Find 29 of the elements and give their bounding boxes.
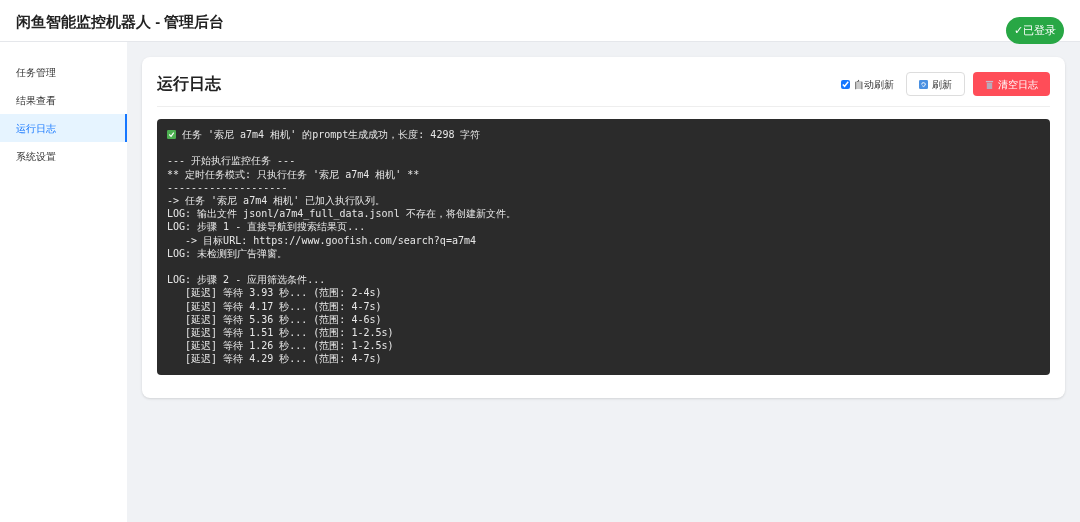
log-line: LOG: 未检测到广告弹窗。 (167, 247, 288, 259)
auto-refresh-checkbox[interactable] (841, 79, 850, 89)
log-line: [延迟] 等待 4.17 秒... (范围: 4-7s) (184, 300, 382, 312)
log-line: [延迟] 等待 1.26 秒... (范围: 1-2.5s) (184, 340, 394, 352)
login-status-badge: ✓已登录 (1006, 17, 1064, 44)
log-line: -> 任务 '索尼 a7m4 相机' 已加入执行队列。 (167, 195, 386, 206)
log-line: 任务 '索尼 a7m4 相机' 的prompt生成成功，长度: 4298 字符 (182, 128, 481, 142)
log-line: -> 目标URL: https://www.goofish.com/search?q=a7m4 (184, 234, 476, 246)
log-line: --- 开始执行监控任务 --- (167, 155, 296, 167)
sidebar-item[interactable]: 运行日志 (0, 114, 127, 142)
log-line: LOG: 步骤 1 - 直接导航到搜索结果页... (167, 221, 366, 233)
log-line: [延迟] 等待 4.29 秒... (范围: 4-7s) (184, 353, 382, 365)
refresh-icon (919, 79, 928, 89)
sidebar-item[interactable]: 结果查看 (0, 86, 127, 114)
panel-title: 运行日志 (157, 74, 221, 94)
auto-refresh-label: 自动刷新 (854, 77, 894, 92)
log-line: [延迟] 等待 1.51 秒... (范围: 1-2.5s) (184, 327, 394, 338)
log-line: [延迟] 等待 3.93 秒... (范围: 2-4s) (184, 287, 382, 299)
log-line: ** 定时任务模式: 只执行任务 '索尼 a7m4 相机' ** (167, 168, 420, 180)
log-line: LOG: 步骤 2 - 应用筛选条件... (167, 274, 326, 286)
sidebar-item[interactable]: 系统设置 (0, 142, 127, 170)
log-line: LOG: 输出文件 jsonl/a7m4_full_data.jsonl 不存在，将创建新文件。 (167, 208, 516, 220)
log-line: -------------------- (167, 181, 288, 193)
check-icon (167, 130, 176, 140)
log-line: [延迟] 等待 5.36 秒... (范围: 4-6s) (184, 313, 382, 325)
app-title: 闲鱼智能监控机器人 - 管理后台 (16, 12, 225, 33)
refresh-button[interactable]: 刷新 (906, 72, 965, 96)
trash-icon (985, 79, 994, 89)
sidebar-item[interactable]: 任务管理 (0, 58, 127, 86)
